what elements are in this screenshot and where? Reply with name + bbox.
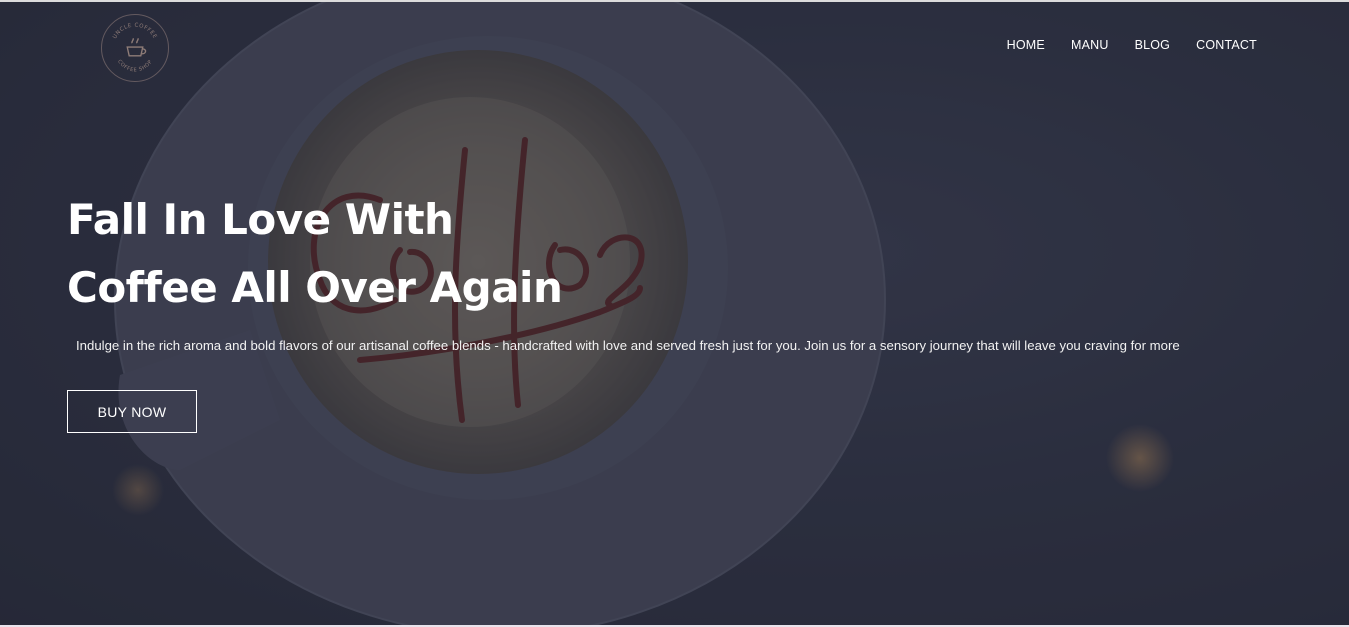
logo-text-bottom: COFFEE SHOP [116, 59, 153, 74]
hero-title-line-2: Coffee All Over Again [67, 263, 563, 312]
shop-logo[interactable]: UNCLE COFFEE COFFEE SHOP [101, 14, 169, 82]
nav-link-manu[interactable]: MANU [1071, 38, 1109, 52]
logo-text-top: UNCLE COFFEE [112, 23, 157, 40]
nav-link-home[interactable]: HOME [1007, 38, 1045, 52]
hero-subtitle: Indulge in the rich aroma and bold flavo… [76, 338, 1180, 353]
top-border [0, 0, 1349, 2]
nav-link-blog[interactable]: BLOG [1135, 38, 1171, 52]
buy-now-button[interactable]: BUY NOW [67, 390, 197, 433]
main-navigation: HOME MANU BLOG CONTACT [1007, 38, 1257, 52]
nav-link-contact[interactable]: CONTACT [1196, 38, 1257, 52]
hero-title-line-1: Fall In Love With [67, 195, 454, 244]
svg-text:COFFEE SHOP: COFFEE SHOP [116, 59, 154, 74]
hero-section: UNCLE COFFEE COFFEE SHOP HOME MANU BLOG … [0, 0, 1349, 627]
hero-title: Fall In Love With Coffee All Over Again [67, 186, 563, 322]
coffee-cup-icon: UNCLE COFFEE COFFEE SHOP [112, 23, 158, 74]
svg-text:UNCLE COFFEE: UNCLE COFFEE [112, 23, 158, 40]
